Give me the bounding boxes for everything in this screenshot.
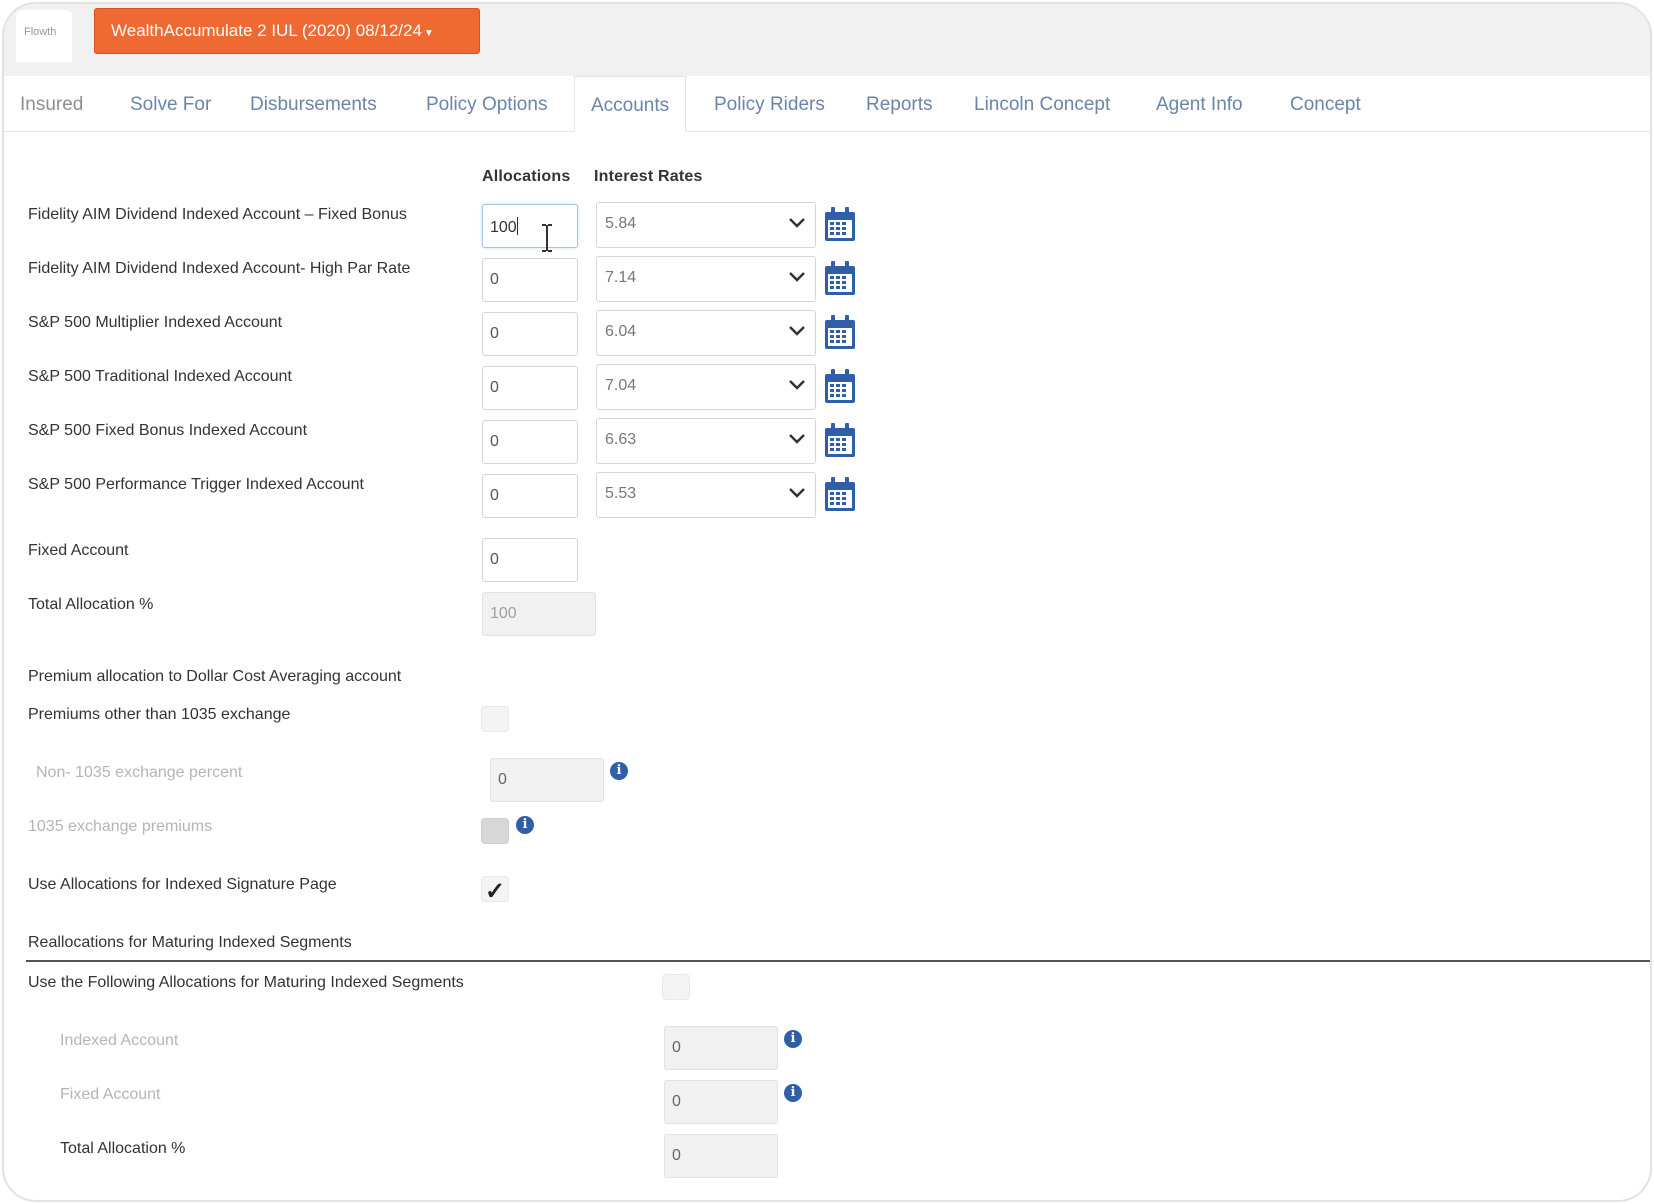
- app-window: Flowth WealthAccumulate 2 IUL (2020) 08/…: [2, 2, 1652, 1202]
- indexed-account-input[interactable]: 0: [664, 1026, 778, 1070]
- total-allocation-field: 100: [482, 592, 596, 636]
- account-label: S&P 500 Performance Trigger Indexed Acco…: [28, 476, 364, 493]
- checkmark-icon: ✓: [485, 878, 506, 905]
- exchange-premiums-checkbox[interactable]: [481, 818, 509, 844]
- caret-down-icon: ▼: [423, 28, 434, 39]
- calendar-icon[interactable]: [824, 422, 856, 458]
- account-label: Fidelity AIM Dividend Indexed Account – …: [28, 206, 407, 223]
- allocation-input[interactable]: 0: [482, 366, 578, 410]
- text-caret: [516, 217, 518, 235]
- allocation-input[interactable]: 0: [482, 420, 578, 464]
- interest-rate-select[interactable]: 5.84: [596, 202, 816, 248]
- calendar-icon[interactable]: [824, 206, 856, 242]
- tab-policy-options[interactable]: Policy Options: [426, 76, 547, 132]
- product-selector-label: WealthAccumulate 2 IUL (2020) 08/12/24: [111, 21, 422, 40]
- realloc-total-label: Total Allocation %: [60, 1140, 186, 1157]
- tab-accounts[interactable]: Accounts: [574, 76, 687, 132]
- account-label: Fidelity AIM Dividend Indexed Account- H…: [28, 260, 411, 277]
- chevron-down-icon: [789, 380, 805, 390]
- chevron-down-icon: [789, 488, 805, 498]
- info-icon[interactable]: i: [784, 1084, 802, 1102]
- use-following-checkbox[interactable]: [662, 974, 690, 1000]
- allocation-value: 100: [490, 219, 517, 236]
- info-icon[interactable]: i: [610, 762, 628, 780]
- calendar-icon[interactable]: [824, 476, 856, 512]
- account-label: S&P 500 Traditional Indexed Account: [28, 368, 292, 385]
- chevron-down-icon: [789, 272, 805, 282]
- interest-rate-select[interactable]: 5.53: [596, 472, 816, 518]
- text-cursor-icon: [542, 224, 552, 252]
- account-label: S&P 500 Fixed Bonus Indexed Account: [28, 422, 308, 439]
- interest-rate-select[interactable]: 7.14: [596, 256, 816, 302]
- chevron-down-icon: [789, 434, 805, 444]
- info-icon[interactable]: i: [784, 1030, 802, 1048]
- tab-solve-for[interactable]: Solve For: [130, 76, 211, 132]
- signature-page-label: Use Allocations for Indexed Signature Pa…: [28, 876, 337, 893]
- calendar-icon[interactable]: [824, 368, 856, 404]
- signature-page-checkbox[interactable]: ✓: [481, 876, 509, 905]
- tab-policy-riders[interactable]: Policy Riders: [714, 76, 825, 132]
- company-logo: Flowth: [16, 10, 72, 62]
- tab-agent-info[interactable]: Agent Info: [1156, 76, 1243, 132]
- allocation-input[interactable]: 0: [482, 312, 578, 356]
- tab-bar: Insured Solve For Disbursements Policy O…: [4, 76, 1650, 132]
- dca-heading: Premium allocation to Dollar Cost Averag…: [28, 668, 402, 685]
- interest-rate-value: 6.04: [605, 323, 637, 340]
- top-bar: Flowth WealthAccumulate 2 IUL (2020) 08/…: [4, 4, 1650, 76]
- calendar-icon[interactable]: [824, 260, 856, 296]
- chevron-down-icon: [789, 218, 805, 228]
- interest-rate-select[interactable]: 6.04: [596, 310, 816, 356]
- info-icon[interactable]: i: [516, 816, 534, 834]
- premiums-other-checkbox[interactable]: [481, 706, 509, 732]
- product-selector-button[interactable]: WealthAccumulate 2 IUL (2020) 08/12/24 ▼: [94, 8, 480, 54]
- tab-concept[interactable]: Concept: [1290, 76, 1361, 132]
- allocation-input[interactable]: 0: [482, 474, 578, 518]
- interest-rate-select[interactable]: 6.63: [596, 418, 816, 464]
- fixed-account-label: Fixed Account: [28, 542, 129, 559]
- reallocations-heading: Reallocations for Maturing Indexed Segme…: [28, 934, 352, 951]
- realloc-fixed-account-label: Fixed Account: [60, 1086, 161, 1103]
- non-1035-percent-input[interactable]: 0: [490, 758, 604, 802]
- allocations-column-header: Allocations: [482, 168, 571, 185]
- allocation-input[interactable]: 0: [482, 258, 578, 302]
- premiums-other-label: Premiums other than 1035 exchange: [28, 706, 291, 723]
- chevron-down-icon: [789, 326, 805, 336]
- allocation-input[interactable]: 100: [482, 204, 578, 248]
- realloc-fixed-account-input[interactable]: 0: [664, 1080, 778, 1124]
- use-following-label: Use the Following Allocations for Maturi…: [28, 974, 464, 991]
- tab-reports[interactable]: Reports: [866, 76, 933, 132]
- exchange-premiums-label: 1035 exchange premiums: [28, 818, 213, 835]
- interest-rate-value: 6.63: [605, 431, 637, 448]
- interest-rate-value: 5.53: [605, 485, 637, 502]
- total-allocation-label: Total Allocation %: [28, 596, 154, 613]
- tab-lincoln-concept[interactable]: Lincoln Concept: [974, 76, 1110, 132]
- section-divider: [26, 960, 1650, 962]
- calendar-icon[interactable]: [824, 314, 856, 350]
- tab-disbursements[interactable]: Disbursements: [250, 76, 377, 132]
- realloc-total-field: 0: [664, 1134, 778, 1178]
- account-label: S&P 500 Multiplier Indexed Account: [28, 314, 283, 331]
- interest-rate-value: 5.84: [605, 215, 637, 232]
- indexed-account-label: Indexed Account: [60, 1032, 179, 1049]
- non-1035-percent-label: Non- 1035 exchange percent: [36, 764, 243, 781]
- interest-rate-value: 7.04: [605, 377, 637, 394]
- tab-insured[interactable]: Insured: [20, 76, 83, 132]
- interest-rate-select[interactable]: 7.04: [596, 364, 816, 410]
- fixed-account-input[interactable]: 0: [482, 538, 578, 582]
- interest-rates-column-header: Interest Rates: [594, 168, 703, 185]
- interest-rate-value: 7.14: [605, 269, 637, 286]
